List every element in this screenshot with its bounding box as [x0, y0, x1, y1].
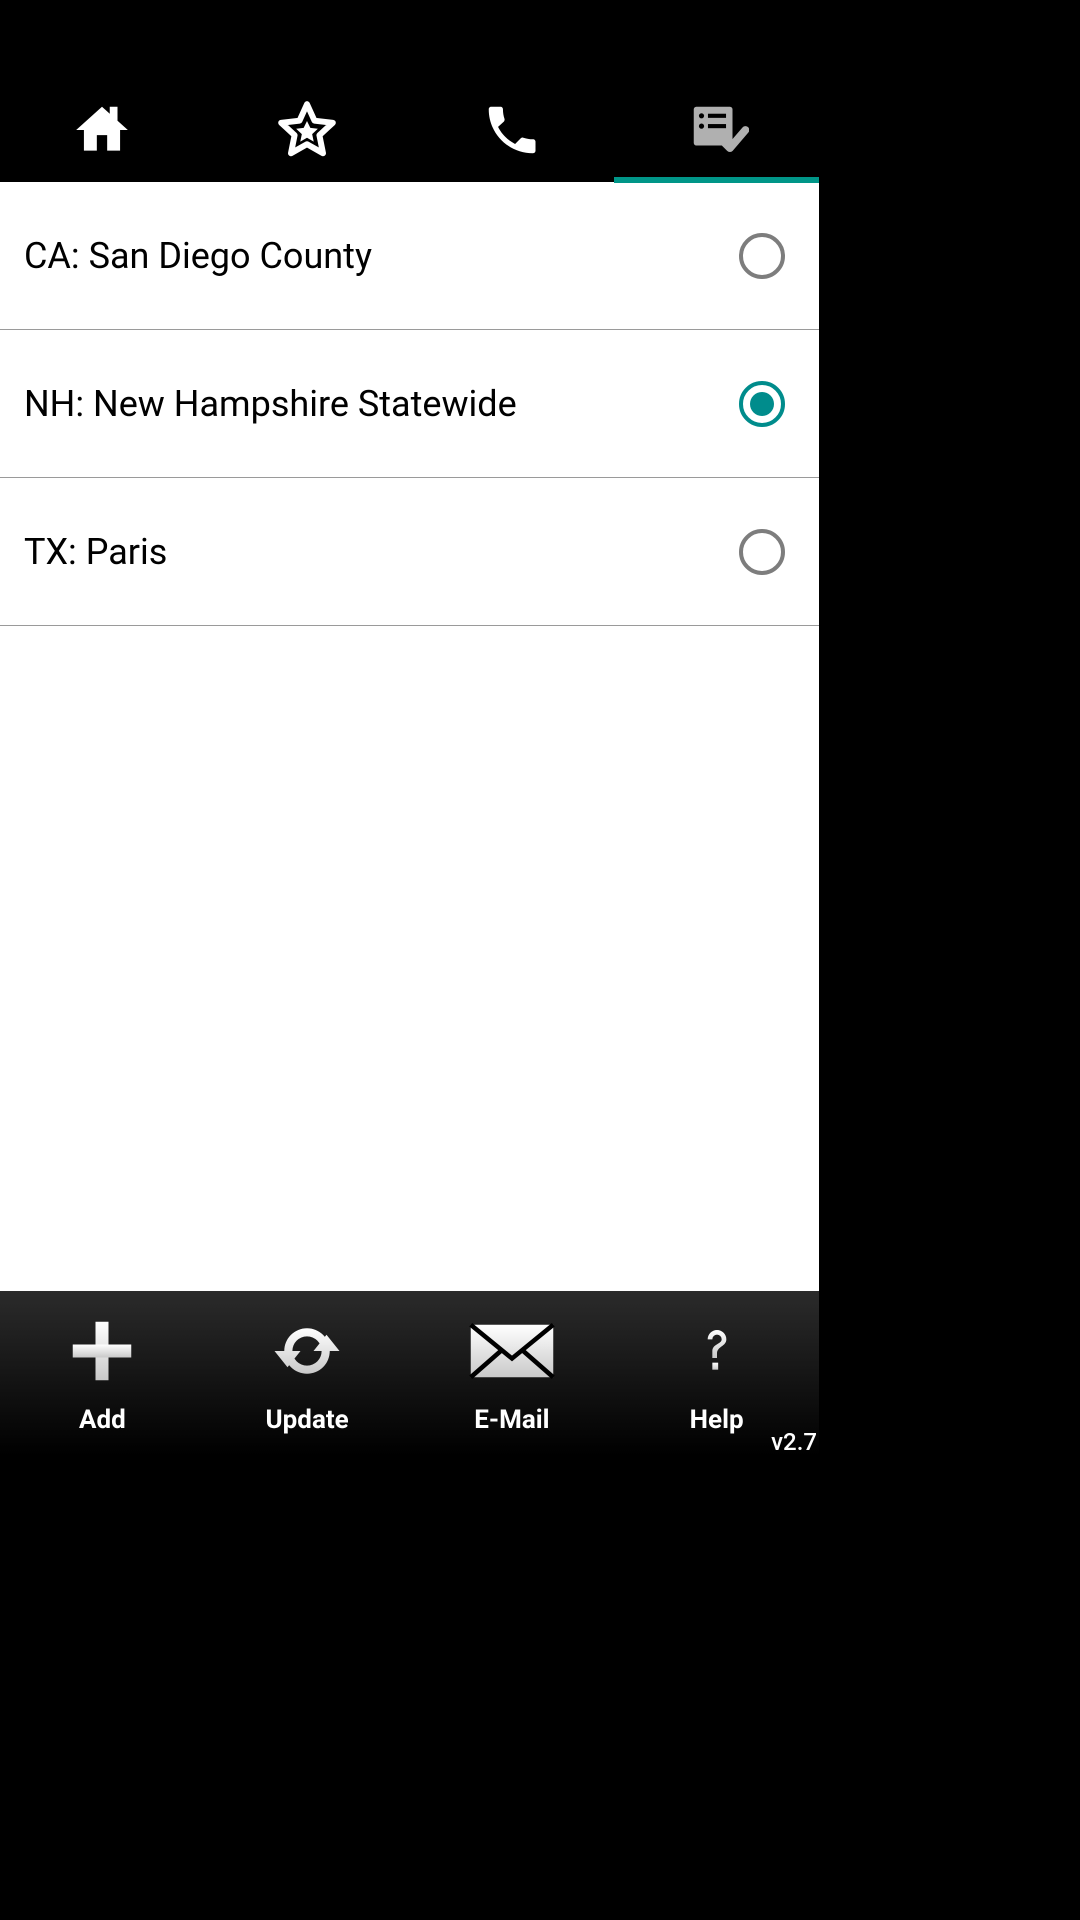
add-button[interactable]: Add	[0, 1312, 205, 1435]
top-tab-bar	[0, 0, 819, 182]
list-item[interactable]: CA: San Diego County	[0, 182, 819, 330]
question-icon	[689, 1312, 745, 1405]
radio-unselected-icon[interactable]	[739, 529, 785, 575]
list-item[interactable]: TX: Paris	[0, 478, 819, 626]
add-label: Add	[79, 1405, 126, 1435]
bottom-action-bar: Add Update	[0, 1291, 819, 1456]
envelope-icon	[467, 1312, 557, 1405]
tab-call[interactable]	[410, 82, 615, 182]
help-label: Help	[690, 1405, 744, 1435]
version-label: v2.7	[771, 1428, 817, 1456]
tab-favorites[interactable]	[205, 82, 410, 182]
radio-unselected-icon[interactable]	[739, 233, 785, 279]
list-item[interactable]: NH: New Hampshire Statewide	[0, 330, 819, 478]
list-item-label: TX: Paris	[24, 531, 167, 573]
email-label: E-Mail	[474, 1405, 549, 1435]
plus-icon	[63, 1312, 141, 1405]
refresh-icon	[264, 1312, 350, 1405]
star-icon	[276, 99, 338, 165]
email-button[interactable]: E-Mail	[410, 1312, 615, 1435]
update-label: Update	[266, 1405, 349, 1435]
phone-icon	[481, 99, 543, 165]
tab-home[interactable]	[0, 82, 205, 182]
help-button[interactable]: Help	[614, 1312, 819, 1435]
radio-selected-icon[interactable]	[739, 381, 785, 427]
update-button[interactable]: Update	[205, 1312, 410, 1435]
list-check-icon	[685, 99, 749, 165]
home-icon	[69, 99, 135, 165]
location-list: CA: San Diego County NH: New Hampshire S…	[0, 182, 819, 1291]
tab-list[interactable]	[614, 82, 819, 182]
list-item-label: CA: San Diego County	[24, 235, 372, 277]
list-item-label: NH: New Hampshire Statewide	[24, 383, 517, 425]
